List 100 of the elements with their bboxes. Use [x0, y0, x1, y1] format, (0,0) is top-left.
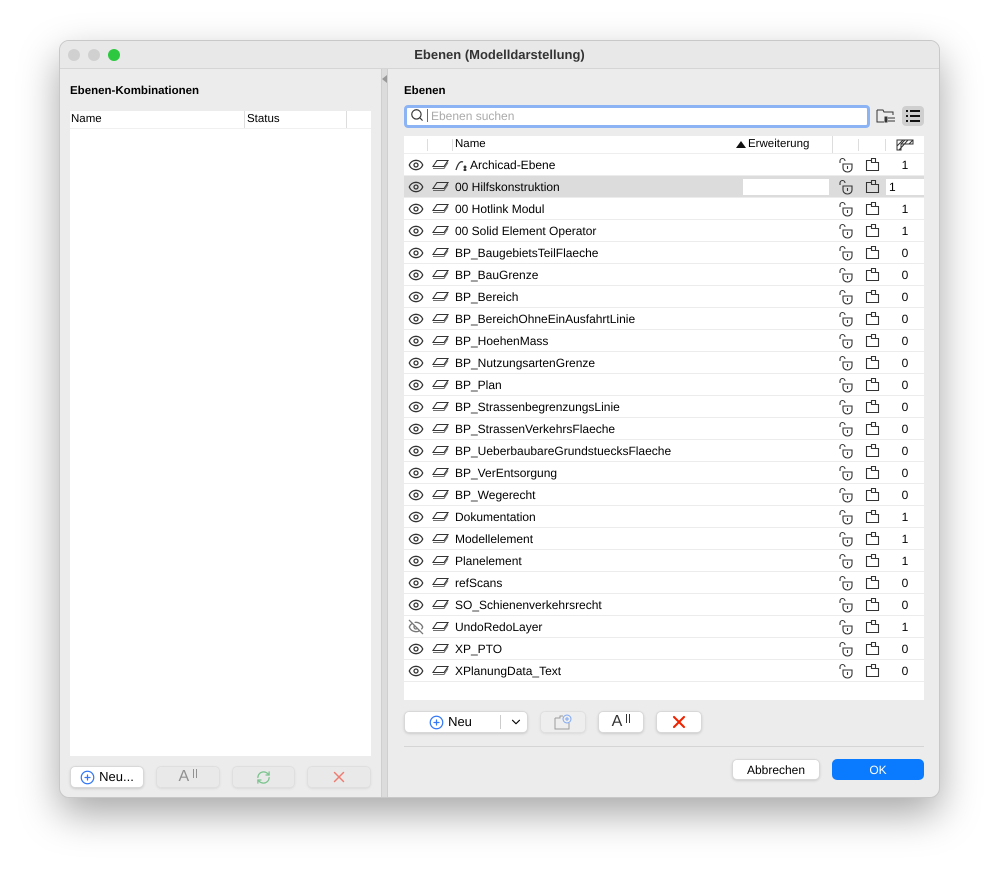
open-lock-icon[interactable] — [838, 420, 854, 436]
layer-icon — [432, 620, 450, 632]
open-lock-icon[interactable] — [838, 354, 854, 370]
layer-name: BP_BauGrenze — [455, 266, 538, 284]
eye-icon[interactable] — [408, 332, 424, 348]
eye-icon[interactable] — [408, 662, 424, 678]
eye-icon[interactable] — [408, 508, 424, 524]
open-lock-icon[interactable] — [838, 530, 854, 546]
layer-name: BP_BereichOhneEinAusfahrtLinie — [455, 310, 636, 328]
container-icon[interactable] — [865, 531, 880, 546]
container-icon[interactable] — [865, 487, 880, 502]
open-lock-icon[interactable] — [838, 574, 854, 590]
open-lock-icon[interactable] — [838, 398, 854, 414]
open-lock-icon[interactable] — [838, 266, 854, 282]
eye-icon[interactable] — [408, 486, 424, 502]
container-icon[interactable] — [865, 355, 880, 370]
container-icon[interactable] — [865, 333, 880, 348]
container-icon[interactable] — [865, 377, 880, 392]
list-view-button[interactable] — [902, 106, 924, 126]
open-lock-icon[interactable] — [838, 508, 854, 524]
open-lock-icon[interactable] — [838, 288, 854, 304]
container-icon[interactable] — [865, 157, 880, 172]
layer-icon — [432, 356, 450, 368]
layer-value: 0 — [902, 420, 908, 438]
extension-field[interactable] — [743, 178, 829, 194]
plus-icon — [80, 770, 96, 784]
container-icon[interactable] — [865, 179, 880, 194]
new-button-label[interactable]: Neu — [405, 712, 496, 732]
container-icon[interactable] — [865, 641, 880, 656]
open-lock-icon[interactable] — [838, 332, 854, 348]
container-icon[interactable] — [865, 509, 880, 524]
container-icon[interactable] — [865, 553, 880, 568]
open-lock-icon[interactable] — [838, 376, 854, 392]
search-field[interactable]: Ebenen suchen — [404, 104, 870, 128]
open-lock-icon[interactable] — [838, 640, 854, 656]
eye-icon[interactable] — [408, 288, 424, 304]
container-icon[interactable] — [865, 289, 880, 304]
layer-name: BP_BaugebietsTeilFlaeche — [455, 244, 598, 262]
layer-name: BP_StrassenVerkehrsFlaeche — [455, 420, 616, 438]
eye-icon[interactable] — [408, 596, 424, 612]
eye-icon[interactable] — [408, 398, 424, 414]
eye-icon[interactable] — [408, 200, 424, 216]
open-lock-icon[interactable] — [838, 178, 854, 194]
layer-value: 0 — [902, 244, 908, 262]
open-lock-icon[interactable] — [838, 244, 854, 260]
eye-off-icon[interactable] — [408, 618, 424, 634]
eye-icon[interactable] — [408, 420, 424, 436]
eye-icon[interactable] — [408, 530, 424, 546]
container-icon[interactable] — [865, 575, 880, 590]
layer-name: BP_Plan — [455, 376, 502, 394]
container-icon[interactable] — [865, 597, 880, 612]
container-icon[interactable] — [865, 245, 880, 260]
open-lock-icon[interactable] — [838, 486, 854, 502]
container-icon[interactable] — [865, 311, 880, 326]
eye-icon[interactable] — [408, 244, 424, 260]
column-header[interactable]: Name — [453, 136, 736, 154]
layer-icon — [432, 444, 450, 456]
eye-icon[interactable] — [408, 552, 424, 568]
container-icon[interactable] — [865, 465, 880, 480]
layer-value: 0 — [902, 486, 908, 504]
open-lock-icon[interactable] — [838, 156, 854, 172]
layer-row[interactable]: 00 Hilfskonstruktion 1 — [404, 176, 924, 198]
open-lock-icon[interactable] — [838, 222, 854, 238]
open-lock-icon[interactable] — [838, 310, 854, 326]
eye-icon[interactable] — [408, 266, 424, 282]
container-icon[interactable] — [865, 267, 880, 282]
eye-icon[interactable] — [408, 442, 424, 458]
eye-icon[interactable] — [408, 354, 424, 370]
eye-icon[interactable] — [408, 574, 424, 590]
eye-icon[interactable] — [408, 156, 424, 172]
open-lock-icon[interactable] — [838, 200, 854, 216]
open-lock-icon[interactable] — [838, 552, 854, 568]
container-icon[interactable] — [865, 443, 880, 458]
eye-icon[interactable] — [408, 310, 424, 326]
open-lock-icon[interactable] — [838, 596, 854, 612]
ok-button[interactable]: OK — [832, 759, 924, 780]
open-lock-icon[interactable] — [838, 662, 854, 678]
cancel-button[interactable]: Abbrechen — [732, 759, 820, 780]
layer-value: 1 — [902, 156, 908, 174]
new-layer-button[interactable]: Neu — [404, 711, 528, 733]
eye-icon[interactable] — [408, 376, 424, 392]
open-lock-icon[interactable] — [838, 442, 854, 458]
value-field[interactable]: 1 — [886, 178, 924, 194]
container-icon[interactable] — [865, 223, 880, 238]
eye-icon[interactable] — [408, 464, 424, 480]
container-icon[interactable] — [865, 619, 880, 634]
rename-button[interactable]: A — [598, 711, 644, 733]
container-icon[interactable] — [865, 663, 880, 678]
layer-name: BP_VerEntsorgung — [455, 464, 558, 482]
container-icon[interactable] — [865, 421, 880, 436]
open-lock-icon[interactable] — [838, 464, 854, 480]
open-lock-icon[interactable] — [838, 618, 854, 634]
eye-icon[interactable] — [408, 178, 424, 194]
container-icon[interactable] — [865, 201, 880, 216]
eye-icon[interactable] — [408, 222, 424, 238]
new-button[interactable]: Neu... — [70, 766, 144, 788]
eye-icon[interactable] — [408, 640, 424, 656]
delete-button[interactable] — [656, 711, 702, 733]
container-icon[interactable] — [865, 399, 880, 414]
folder-list-icon[interactable] — [876, 108, 896, 124]
